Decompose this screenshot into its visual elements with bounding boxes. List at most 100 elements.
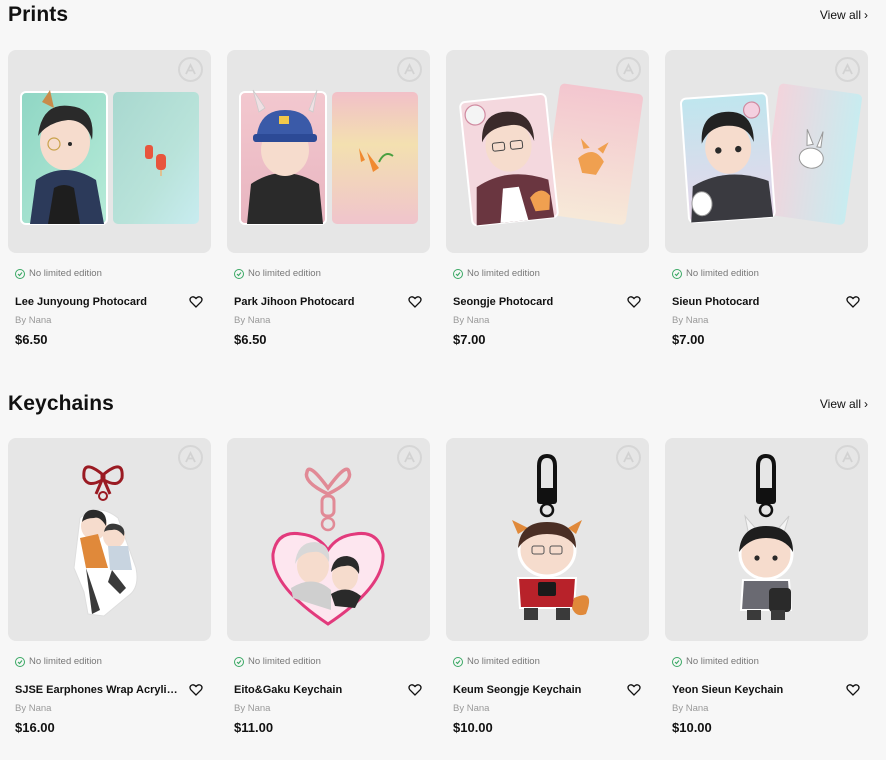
product-image[interactable]	[8, 50, 211, 253]
product-name[interactable]: Seongje Photocard	[453, 296, 553, 308]
product-card[interactable]: No limited edition Sieun Photocard By Na…	[665, 50, 868, 347]
heart-outline-icon[interactable]	[189, 295, 203, 309]
product-name[interactable]: Keum Seongje Keychain	[453, 684, 581, 696]
edition-text: No limited edition	[248, 268, 321, 279]
edition-badge: No limited edition	[15, 268, 211, 279]
edition-badge: No limited edition	[453, 656, 649, 667]
product-grid: No limited edition Lee Junyoung Photocar…	[8, 50, 868, 347]
product-price: $10.00	[672, 720, 712, 735]
photocard-art	[20, 90, 199, 225]
section-title: Prints	[8, 3, 69, 26]
heart-outline-icon[interactable]	[627, 683, 641, 697]
check-circle-icon	[672, 268, 682, 279]
product-author: By Nana	[15, 703, 52, 714]
product-name[interactable]: Eito&Gaku Keychain	[234, 684, 342, 696]
edition-text: No limited edition	[248, 656, 321, 667]
section-header: Keychains View all ›	[8, 389, 868, 419]
product-grid: No limited edition SJSE Earphones Wrap A…	[8, 438, 868, 735]
edition-text: No limited edition	[29, 268, 102, 279]
edition-text: No limited edition	[467, 268, 540, 279]
product-price: $7.00	[672, 332, 705, 347]
product-card[interactable]: No limited edition Eito&Gaku Keychain By…	[227, 438, 430, 735]
product-price: $7.00	[453, 332, 486, 347]
product-price: $6.50	[234, 332, 267, 347]
name-row: Keum Seongje Keychain	[453, 683, 641, 697]
edition-text: No limited edition	[686, 656, 759, 667]
keychain-art	[73, 465, 138, 617]
edition-badge: No limited edition	[15, 656, 211, 667]
product-name[interactable]: Park Jihoon Photocard	[234, 296, 354, 308]
name-row: SJSE Earphones Wrap Acrylic Keychain	[15, 683, 203, 697]
keychain-art	[738, 453, 794, 620]
heart-outline-icon[interactable]	[846, 683, 860, 697]
product-author: By Nana	[15, 315, 52, 326]
edition-badge: No limited edition	[234, 268, 430, 279]
product-image[interactable]	[665, 50, 868, 253]
edition-text: No limited edition	[686, 268, 759, 279]
heart-outline-icon[interactable]	[846, 295, 860, 309]
heart-outline-icon[interactable]	[408, 683, 422, 697]
product-card[interactable]: No limited edition Keum Seongje Keychain…	[446, 438, 649, 735]
edition-badge: No limited edition	[453, 268, 649, 279]
keychain-art	[271, 467, 385, 626]
view-all-link[interactable]: View all ›	[820, 8, 868, 22]
section-title: Keychains	[8, 392, 114, 415]
product-name[interactable]: Lee Junyoung Photocard	[15, 296, 147, 308]
product-price: $10.00	[453, 720, 493, 735]
heart-outline-icon[interactable]	[408, 295, 422, 309]
check-circle-icon	[15, 656, 25, 667]
product-card[interactable]: No limited edition SJSE Earphones Wrap A…	[8, 438, 211, 735]
view-all-label: View all	[819, 8, 861, 22]
heart-outline-icon[interactable]	[189, 683, 203, 697]
product-price: $6.50	[15, 332, 48, 347]
edition-text: No limited edition	[29, 656, 102, 667]
product-name[interactable]: Yeon Sieun Keychain	[672, 684, 783, 696]
photocard-art	[459, 83, 643, 227]
product-name[interactable]: Sieun Photocard	[672, 296, 759, 308]
view-all-link[interactable]: View all ›	[820, 397, 868, 411]
product-card[interactable]: No limited edition Yeon Sieun Keychain B…	[665, 438, 868, 735]
product-author: By Nana	[453, 315, 490, 326]
product-card[interactable]: No limited edition Lee Junyoung Photocar…	[8, 50, 211, 347]
product-image[interactable]	[446, 438, 649, 641]
section-header: Prints View all ›	[8, 0, 868, 30]
chevron-right-icon: ›	[864, 8, 868, 22]
product-card[interactable]: No limited edition Park Jihoon Photocard…	[227, 50, 430, 347]
edition-badge: No limited edition	[234, 656, 430, 667]
product-author: By Nana	[234, 703, 271, 714]
check-circle-icon	[453, 656, 463, 667]
product-author: By Nana	[672, 703, 709, 714]
name-row: Sieun Photocard	[672, 295, 860, 309]
chevron-right-icon: ›	[864, 397, 868, 411]
check-circle-icon	[453, 268, 463, 279]
product-author: By Nana	[672, 315, 709, 326]
product-image[interactable]	[446, 50, 649, 253]
name-row: Lee Junyoung Photocard	[15, 295, 203, 309]
product-price: $11.00	[234, 720, 274, 735]
photocard-art	[679, 83, 862, 225]
product-author: By Nana	[453, 703, 490, 714]
name-row: Park Jihoon Photocard	[234, 295, 422, 309]
edition-badge: No limited edition	[672, 268, 868, 279]
check-circle-icon	[672, 656, 682, 667]
product-card[interactable]: No limited edition Seongje Photocard By …	[446, 50, 649, 347]
keychain-art	[512, 453, 590, 620]
view-all-label: View all	[819, 397, 861, 411]
product-image[interactable]	[227, 50, 430, 253]
check-circle-icon	[234, 268, 244, 279]
product-name[interactable]: SJSE Earphones Wrap Acrylic Keychain	[15, 684, 181, 696]
product-price: $16.00	[15, 720, 55, 735]
edition-badge: No limited edition	[672, 656, 868, 667]
photocard-art	[239, 89, 418, 225]
name-row: Seongje Photocard	[453, 295, 641, 309]
name-row: Yeon Sieun Keychain	[672, 683, 860, 697]
product-image[interactable]	[8, 438, 211, 641]
check-circle-icon	[15, 268, 25, 279]
name-row: Eito&Gaku Keychain	[234, 683, 422, 697]
heart-outline-icon[interactable]	[627, 295, 641, 309]
product-author: By Nana	[234, 315, 271, 326]
product-image[interactable]	[227, 438, 430, 641]
product-image[interactable]	[665, 438, 868, 641]
edition-text: No limited edition	[467, 656, 540, 667]
check-circle-icon	[234, 656, 244, 667]
